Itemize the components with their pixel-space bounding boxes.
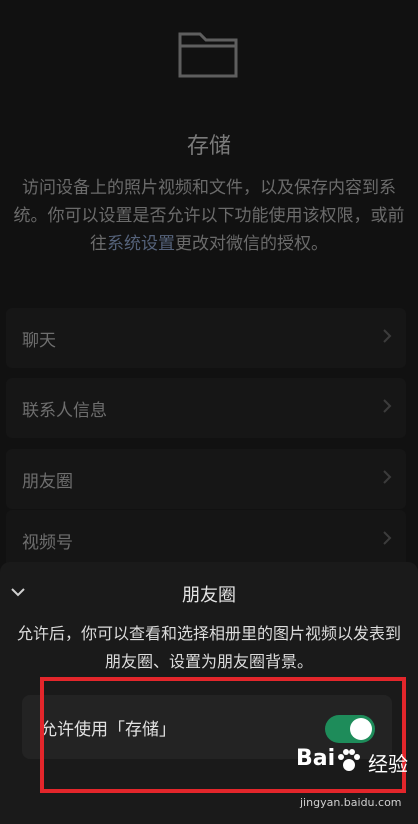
chevron-right-icon (383, 531, 392, 545)
list-item-label: 视频号 (22, 533, 73, 553)
paw-icon (338, 749, 360, 771)
list-item-label: 联系人信息 (22, 401, 107, 421)
list-item-chat[interactable]: 聊天 (6, 308, 406, 368)
folder-icon (178, 32, 238, 78)
baidu-jingyan-watermark: Bai 经验 jingyan.baidu.com (296, 746, 414, 818)
permission-description: 访问设备上的照片视频和文件，以及保存内容到系统。你可以设置是否允许以下功能使用该… (10, 174, 408, 258)
sheet-description: 允许后，你可以查看和选择相册里的图片视频以发表到朋友圈、设置为朋友圈背景。 (16, 624, 401, 671)
chevron-right-icon (383, 329, 392, 343)
page-title: 存储 (186, 134, 231, 159)
watermark-jingyan-text: 经验 (368, 752, 408, 776)
list-item-label: 朋友圈 (22, 472, 73, 492)
sheet-title: 朋友圈 (182, 585, 236, 606)
description-text-end: 更改对微信的授权。 (175, 234, 328, 254)
list-item-moments[interactable]: 朋友圈 (6, 449, 406, 509)
system-settings-link[interactable]: 系统设置 (107, 234, 175, 254)
list-item-contact-info[interactable]: 联系人信息 (6, 378, 406, 438)
watermark-url: jingyan.baidu.com (300, 796, 402, 809)
watermark-logo-text: Bai (296, 746, 336, 771)
chevron-right-icon (383, 470, 392, 484)
chevron-right-icon (383, 399, 392, 413)
list-item-label: 聊天 (22, 331, 56, 351)
list-item-channels[interactable]: 视频号 (6, 510, 406, 570)
